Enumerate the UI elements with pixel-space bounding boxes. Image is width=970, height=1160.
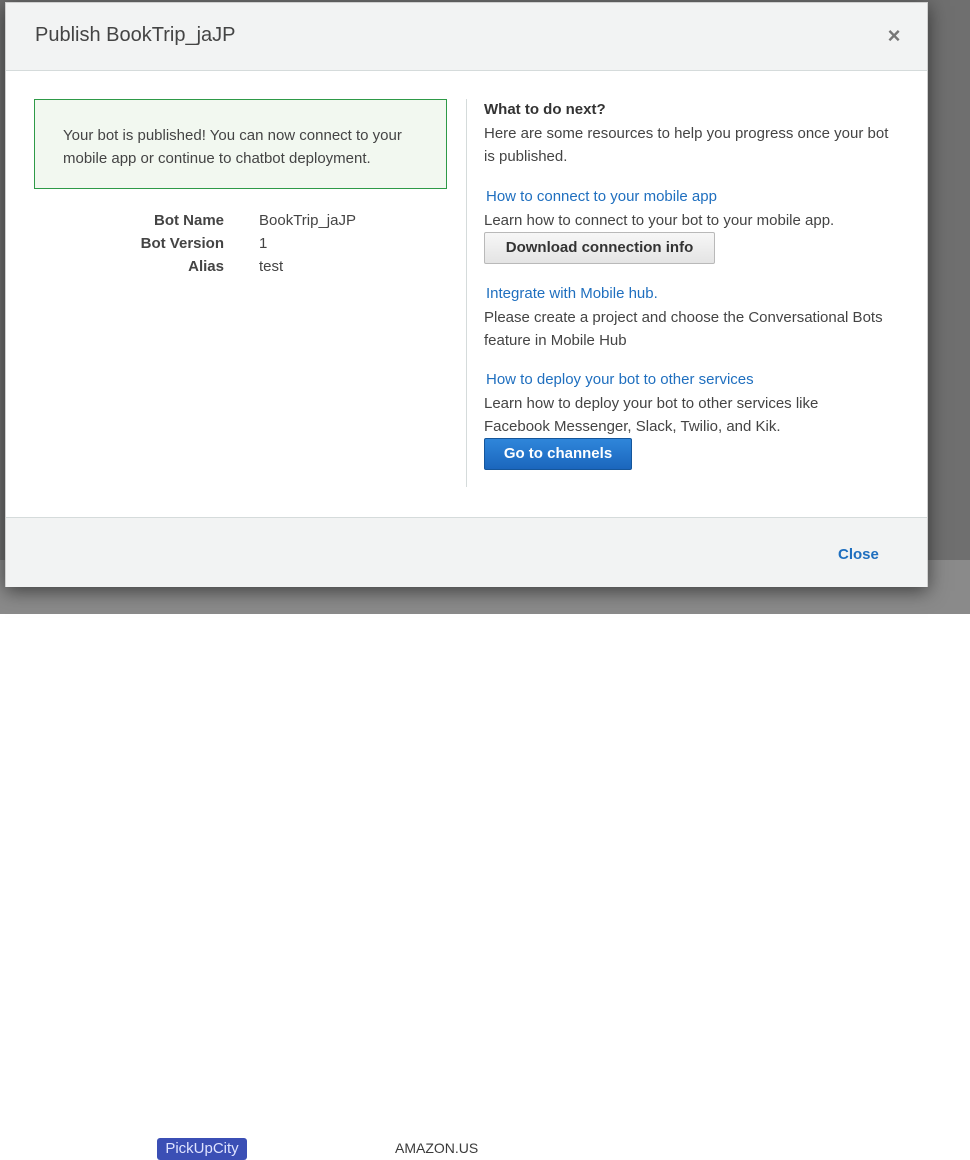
bot-detail-values: BookTrip_jaJP 1 test [259, 212, 459, 282]
close-button[interactable]: Close [838, 546, 879, 563]
mobile-hub-link[interactable]: Integrate with Mobile hub. [486, 285, 658, 302]
publish-dialog: Publish BookTrip_jaJP × Your bot is publ… [5, 2, 928, 587]
connect-mobile-app-link[interactable]: How to connect to your mobile app [486, 188, 717, 205]
go-to-channels-button[interactable]: Go to channels [484, 438, 632, 470]
next-steps-heading: What to do next? [484, 101, 606, 118]
detail-label-bot-name: Bot Name [153, 212, 224, 229]
detail-label-alias: Alias [188, 258, 224, 275]
mobile-hub-text: Please create a project and choose the C… [484, 309, 883, 349]
background-slot-chip: PickUpCity [157, 1138, 247, 1160]
connect-mobile-app-text: Learn how to connect to your bot to your… [484, 212, 835, 229]
success-message: Your bot is published! You can now conne… [63, 127, 402, 167]
dialog-header: Publish BookTrip_jaJP × [6, 3, 927, 71]
dialog-footer: Close [6, 517, 927, 587]
bot-details: Bot Name Bot Version Alias [34, 212, 224, 282]
download-connection-info-button[interactable]: Download connection info [484, 232, 715, 264]
detail-label-bot-version: Bot Version [140, 235, 224, 252]
deploy-other-services-text: Learn how to deploy your bot to other se… [484, 395, 819, 435]
detail-value-bot-name: BookTrip_jaJP [259, 212, 356, 229]
background-slot-type: AMAZON.US [395, 1140, 479, 1156]
dialog-title: Publish BookTrip_jaJP [35, 24, 236, 46]
close-icon[interactable]: × [883, 25, 905, 47]
detail-value-bot-version: 1 [259, 235, 268, 252]
next-steps-intro: Here are some resources to help you prog… [484, 125, 889, 165]
success-alert: Your bot is published! You can now conne… [34, 99, 447, 189]
detail-value-alias: test [259, 258, 284, 275]
deploy-other-services-link[interactable]: How to deploy your bot to other services [486, 371, 754, 388]
column-divider [466, 99, 467, 487]
